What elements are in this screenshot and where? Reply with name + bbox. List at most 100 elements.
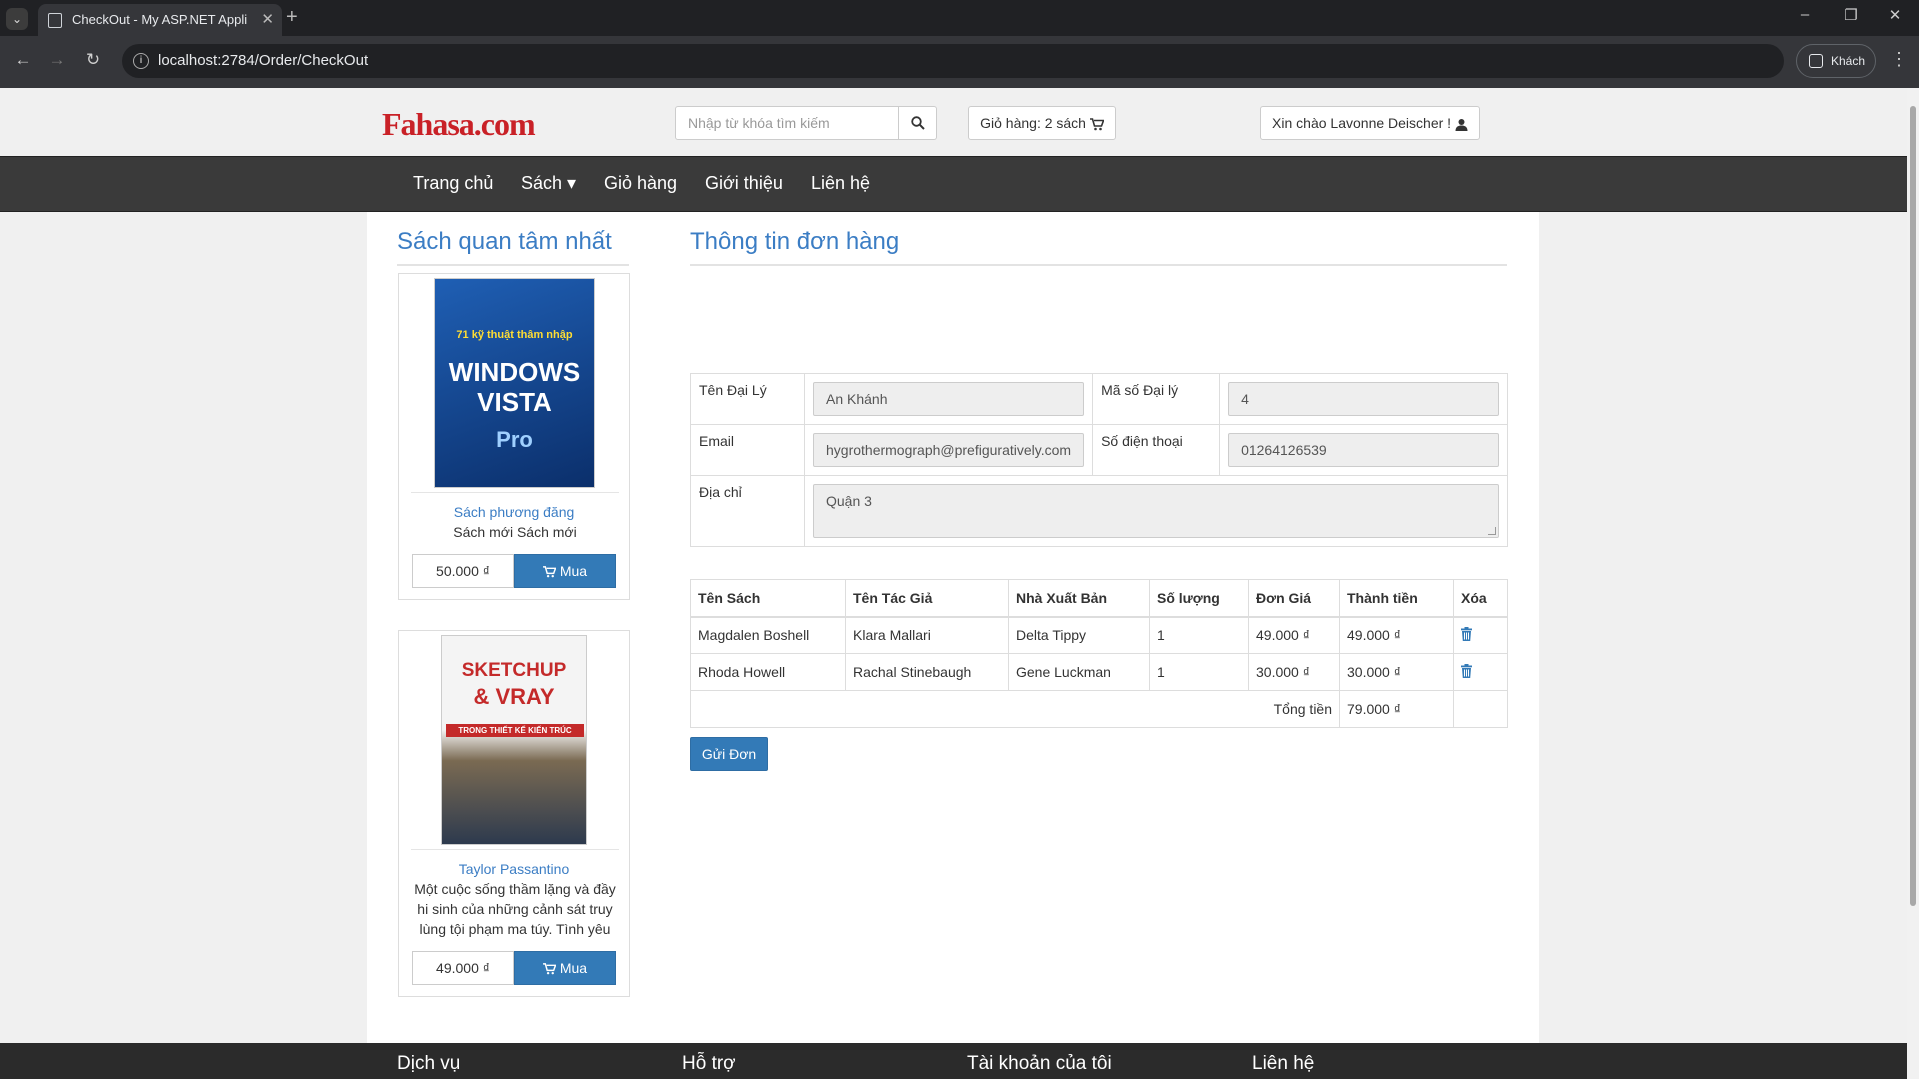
profile-button[interactable]: Khách xyxy=(1796,44,1876,78)
minimize-button[interactable]: – xyxy=(1790,6,1820,23)
delete-cell xyxy=(1453,653,1508,691)
profile-label: Khách xyxy=(1831,54,1866,68)
user-greeting: Xin chào Lavonne Deischer ! xyxy=(1272,115,1452,131)
column-header: Tên Tác Giả xyxy=(845,579,1009,618)
nav-item-books-dropdown[interactable]: Sách ▾ xyxy=(521,173,576,194)
more-menu-icon[interactable]: ⋮ xyxy=(1890,49,1908,70)
total-label: Tổng tiền xyxy=(690,690,1340,728)
cart-icon xyxy=(542,566,557,578)
site-info-icon[interactable]: i xyxy=(133,53,149,69)
nav-item-about[interactable]: Giới thiệu xyxy=(705,173,783,194)
reload-icon[interactable]: ↻ xyxy=(80,50,106,70)
column-header: Đơn Giá xyxy=(1248,579,1340,618)
column-header: Số lượng xyxy=(1149,579,1249,618)
tab-title: CheckOut - My ASP.NET Appli xyxy=(72,12,248,27)
agent-id-field[interactable]: 4 xyxy=(1228,382,1499,416)
cart-button[interactable]: Giỏ hàng: 2 sách xyxy=(968,106,1116,140)
cover-subtitle: & VRAY xyxy=(473,684,555,709)
search-input[interactable]: Nhập từ khóa tìm kiếm xyxy=(675,106,899,140)
close-window-button[interactable]: ✕ xyxy=(1880,6,1910,24)
main-navbar: Trang chủ Sách ▾ Giỏ hàng Giới thiệu Liê… xyxy=(0,156,1907,212)
book-price: 49.000 ₫ xyxy=(412,951,514,985)
table-cell: Delta Tippy xyxy=(1008,616,1150,654)
order-info-title: Thông tin đơn hàng xyxy=(690,228,1507,266)
search-button[interactable] xyxy=(899,106,937,140)
cover-title: WINDOWS VISTA xyxy=(448,357,581,417)
address-label: Địa chỉ xyxy=(690,475,805,547)
delete-cell xyxy=(1453,616,1508,654)
buy-button[interactable]: Mua xyxy=(514,554,616,588)
column-header: Tên Sách xyxy=(690,579,846,618)
divider xyxy=(411,492,619,493)
column-header: Thành tiền xyxy=(1339,579,1454,618)
address-value: Quận 3 xyxy=(826,493,872,509)
table-cell: Rachal Stinebaugh xyxy=(845,653,1009,691)
address-bar-row: ← → ↻ i localhost:2784/Order/CheckOut Kh… xyxy=(0,36,1919,88)
scrollbar-thumb[interactable] xyxy=(1910,106,1916,906)
nav-item-cart[interactable]: Giỏ hàng xyxy=(604,173,677,194)
trash-icon[interactable] xyxy=(1461,626,1472,641)
book-description: Một cuộc sống thầm lặng và đầy hi sinh c… xyxy=(414,881,616,937)
profile-icon xyxy=(1809,54,1823,68)
order-items-table: Tên Sách Tên Tác Giả Nhà Xuất Bản Số lượ… xyxy=(690,579,1508,728)
new-tab-button[interactable]: + xyxy=(286,6,298,29)
site-header: Fahasa.com Nhập từ khóa tìm kiếm Giỏ hàn… xyxy=(0,88,1907,156)
buy-label: Mua xyxy=(559,960,588,976)
phone-label: Số điện thoại xyxy=(1092,424,1221,476)
send-order-button[interactable]: Gửi Đơn xyxy=(690,737,768,771)
browser-tab[interactable]: CheckOut - My ASP.NET Appli ✕ xyxy=(38,4,282,36)
page-scrollbar[interactable] xyxy=(1907,88,1919,1079)
cover-text: 71 kỹ thuật thâm nhập xyxy=(456,329,573,341)
footer-contact[interactable]: Liên hệ xyxy=(1252,1053,1314,1075)
footer-services[interactable]: Dịch vụ xyxy=(397,1053,460,1075)
order-info-form: Tên Đại Lý An Khánh Mã số Đại lý 4 Email… xyxy=(690,373,1508,547)
cover-text: TRONG THIẾT KẾ KIẾN TRÚC xyxy=(446,724,584,737)
page-icon xyxy=(48,13,62,28)
restore-button[interactable]: ❐ xyxy=(1836,6,1866,24)
buy-label: Mua xyxy=(559,563,588,579)
forward-arrow-icon[interactable]: → xyxy=(44,50,70,70)
cover-subtitle: Pro xyxy=(496,427,533,452)
resize-handle[interactable] xyxy=(1488,527,1496,535)
footer-my-account[interactable]: Tài khoản của tôi xyxy=(967,1053,1112,1075)
book-description: Sách mới Sách mới xyxy=(453,524,577,540)
table-cell: 1 xyxy=(1149,616,1249,654)
footer-support[interactable]: Hỗ trợ xyxy=(682,1053,736,1075)
site-footer: Dịch vụ Hỗ trợ Tài khoản của tôi Liên hệ xyxy=(0,1043,1907,1079)
tab-search-button[interactable]: ⌄ xyxy=(6,8,28,30)
sidebar-title: Sách quan tâm nhất xyxy=(397,228,629,266)
page-viewport: Fahasa.com Nhập từ khóa tìm kiếm Giỏ hàn… xyxy=(0,88,1919,1079)
site-logo[interactable]: Fahasa.com xyxy=(382,106,536,143)
address-textarea[interactable]: Quận 3 xyxy=(813,484,1499,538)
email-field[interactable]: hygrothermograph@prefiguratively.com xyxy=(813,433,1085,467)
search-icon xyxy=(910,116,925,130)
book-cover-image[interactable]: SKETCHUP & VRAY TRONG THIẾT KẾ KIẾN TRÚC xyxy=(441,635,587,845)
back-arrow-icon[interactable]: ← xyxy=(10,50,36,70)
browser-tab-bar: ⌄ CheckOut - My ASP.NET Appli ✕ + – ❐ ✕ xyxy=(0,0,1919,36)
table-cell: 30.000 ₫ xyxy=(1248,653,1340,691)
email-label: Email xyxy=(690,424,805,476)
buy-button[interactable]: Mua xyxy=(514,951,616,985)
cover-title: SKETCHUP xyxy=(461,660,567,681)
url-field[interactable]: i localhost:2784/Order/CheckOut xyxy=(122,44,1784,78)
table-cell: Klara Mallari xyxy=(845,616,1009,654)
tab-close-icon[interactable]: ✕ xyxy=(261,4,274,36)
trash-icon[interactable] xyxy=(1461,663,1472,678)
nav-item-home[interactable]: Trang chủ xyxy=(413,173,493,194)
user-icon xyxy=(1455,118,1468,131)
book-card: 71 kỹ thuật thâm nhập WINDOWS VISTA Pro … xyxy=(398,273,630,600)
user-account-button[interactable]: Xin chào Lavonne Deischer ! xyxy=(1260,106,1480,140)
table-cell: 30.000 ₫ xyxy=(1339,653,1454,691)
nav-item-contact[interactable]: Liên hệ xyxy=(811,173,870,194)
book-cover-image[interactable]: 71 kỹ thuật thâm nhập WINDOWS VISTA Pro xyxy=(434,278,595,488)
book-name-link[interactable]: Taylor Passantino xyxy=(399,861,629,877)
table-cell: Rhoda Howell xyxy=(690,653,846,691)
agent-name-field[interactable]: An Khánh xyxy=(813,382,1085,416)
book-name-link[interactable]: Sách phương đăng xyxy=(399,504,629,520)
cart-label: Giỏ hàng: 2 sách xyxy=(980,115,1086,131)
phone-field[interactable]: 01264126539 xyxy=(1228,433,1499,467)
page-content: Sách quan tâm nhất 71 kỹ thuật thâm nhập… xyxy=(367,212,1539,1044)
total-value: 79.000 ₫ xyxy=(1339,690,1454,728)
empty-cell xyxy=(1453,690,1508,728)
table-cell: Gene Luckman xyxy=(1008,653,1150,691)
